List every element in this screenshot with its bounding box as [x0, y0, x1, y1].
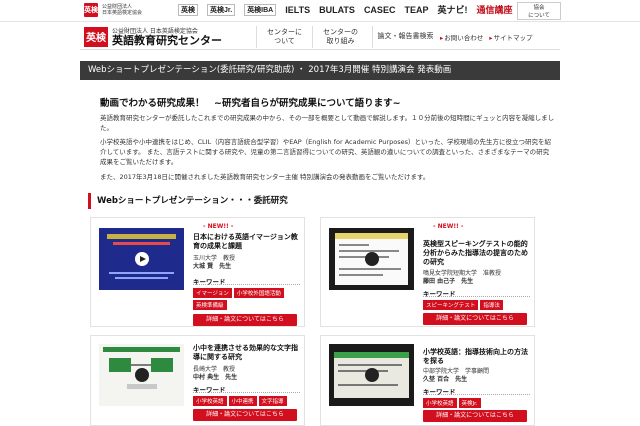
video-thumbnail[interactable] [99, 228, 184, 290]
play-button-icon[interactable] [364, 252, 379, 266]
top-bar: 英検 公益財団法人 日本英語検定協会 英検 英検Jr. 英検IBA IELTS … [0, 0, 640, 22]
about-association-button[interactable]: 協会 について [517, 2, 561, 20]
nav-link-sitemap[interactable]: サイトマップ [489, 32, 533, 42]
keyword-divider [193, 284, 300, 285]
keyword-tag[interactable]: 小中連携 [228, 396, 257, 406]
card-title[interactable]: 日本における英語イマージョン教育の成果と課題 [193, 233, 303, 251]
main-content: 動画でわかる研究成果！ ~研究者自らが研究成果について語ります~ 英語教育研究セ… [80, 80, 560, 426]
new-badge: - NEW!! - [203, 223, 234, 230]
eiken-logo-icon: 英検 [84, 3, 98, 17]
org-name: 公益財団法人 日本英語検定協会 [102, 4, 143, 16]
keyword-tags: 小学校英語 英検Jr. [423, 398, 533, 408]
play-button-icon[interactable] [364, 368, 379, 382]
card-title[interactable]: 小学校英語：指導技術向上の方法を探る [423, 348, 533, 366]
top-service-links: 英検 英検Jr. 英検IBA IELTS BULATS CASEC TEAP 英… [178, 3, 512, 16]
nav-utility-links: お問い合わせ サイトマップ [440, 32, 533, 42]
top-link-casec[interactable]: CASEC [364, 5, 396, 15]
new-badge: - NEW!! - [433, 223, 464, 230]
nav-link-contact[interactable]: お問い合わせ [440, 32, 483, 42]
card-title[interactable]: 英検型スピーキングテストの能的分析からみた指導法の提言のための研究 [423, 240, 533, 267]
keyword-tag[interactable]: 文字指導 [258, 396, 287, 406]
page-title-bar: Webショートプレゼンテーション(委託研究/研究助成) ・ 2017年3月開催 … [80, 61, 560, 80]
detail-button[interactable]: 詳細・論文についてはこちら [193, 409, 297, 421]
video-card: - NEW!! - 英検型スピーキングテストの能的分析からみた指導法の提言のため… [320, 217, 535, 327]
top-link-correspondence[interactable]: 通信講座 [476, 3, 512, 16]
keyword-tag[interactable]: 小学校英語 [423, 398, 457, 408]
top-link-bulats[interactable]: BULATS [319, 5, 355, 15]
card-author: 玉川大学 教授 大城 賢 先生 [193, 255, 236, 270]
lead-paragraph-2: 小学校英語や小中連携をはじめ、CLIL（内容言語統合型学習）やEAP（Engli… [100, 138, 551, 166]
nav-center-activities[interactable]: センターの 取り組み [312, 26, 368, 48]
keyword-tags: 小学校英語 小中連携 文字指導 [193, 396, 303, 406]
main-nav: 英検 公益財団法人 日本英語検定協会 英語教育研究センター センターに ついて … [80, 24, 560, 50]
keyword-tags: イマージョン 小学校外国語活動 英検準備級 [193, 288, 303, 310]
top-link-teap[interactable]: TEAP [404, 5, 428, 15]
keyword-tag[interactable]: イマージョン [193, 288, 232, 298]
lead-paragraph-1: 英語教育研究センターが委託したこれまでの研究成果の中から、その一部を概要として動… [100, 114, 555, 132]
keyword-tag[interactable]: 小学校英語 [193, 396, 227, 406]
nav-about-center[interactable]: センターに ついて [256, 26, 312, 48]
keyword-divider [423, 394, 530, 395]
card-author: 鳴見女学院短期大学 准教授 藤田 由己子 先生 [423, 270, 502, 285]
top-link-eigo-navi[interactable]: 英ナビ! [437, 3, 467, 16]
detail-button[interactable]: 詳細・論文についてはこちら [193, 314, 297, 326]
card-author: 中部学院大学 学事顧問 久埜 百合 先生 [423, 368, 490, 383]
keyword-tag[interactable]: 小学校外国語活動 [233, 288, 284, 298]
video-card: 小中を連携させる効果的な文字指導に関する研究 長崎大学 教授 中村 典生 先生 … [90, 335, 305, 426]
video-card: - NEW!! - 日本における英語イマージョン教育の成果と課題 玉川大学 教授… [90, 217, 305, 327]
play-button-icon[interactable] [134, 368, 149, 382]
detail-button[interactable]: 詳細・論文についてはこちら [423, 313, 527, 325]
video-thumbnail[interactable] [329, 344, 414, 406]
top-link-eiken-jr[interactable]: 英検Jr. [207, 3, 236, 16]
video-card: 小学校英語：指導技術向上の方法を探る 中部学院大学 学事顧問 久埜 百合 先生 … [320, 335, 535, 426]
detail-button[interactable]: 詳細・論文についてはこちら [423, 410, 527, 422]
play-button-icon[interactable] [134, 252, 149, 266]
keyword-tag[interactable]: 英検準備級 [193, 300, 227, 310]
card-title[interactable]: 小中を連携させる効果的な文字指導に関する研究 [193, 344, 303, 362]
card-author: 長崎大学 教授 中村 典生 先生 [193, 366, 238, 381]
keyword-tag[interactable]: 英検Jr. [458, 398, 481, 408]
keyword-tag[interactable]: 指導法 [480, 300, 503, 310]
video-thumbnail[interactable] [329, 228, 414, 290]
keyword-tag[interactable]: スピーキングテスト [423, 300, 479, 310]
section-heading: Webショートプレゼンテーション・・・委託研究 [88, 193, 552, 209]
keyword-divider [423, 296, 530, 297]
eiken-logo-icon: 英検 [84, 26, 108, 47]
lead-title: 動画でわかる研究成果！ ~研究者自らが研究成果について語ります~ [100, 98, 401, 109]
nav-paper-search[interactable]: 論文・報告書検索 [372, 26, 438, 48]
top-link-eiken[interactable]: 英検 [178, 3, 198, 16]
site-logo[interactable]: 英検 公益財団法人 日本英語検定協会 英語教育研究センター [84, 26, 222, 47]
lead-paragraph-3: また、2017年3月18日に開催されました英語教育研究センター主催 特別講演会の… [100, 173, 430, 181]
eiken-brand-small[interactable]: 英検 公益財団法人 日本英語検定協会 [84, 3, 142, 17]
top-link-ielts[interactable]: IELTS [285, 5, 310, 15]
keyword-tags: スピーキングテスト 指導法 [423, 300, 533, 310]
keyword-divider [193, 392, 300, 393]
top-link-eiken-iba[interactable]: 英検IBA [244, 3, 277, 16]
video-thumbnail[interactable] [99, 344, 184, 406]
